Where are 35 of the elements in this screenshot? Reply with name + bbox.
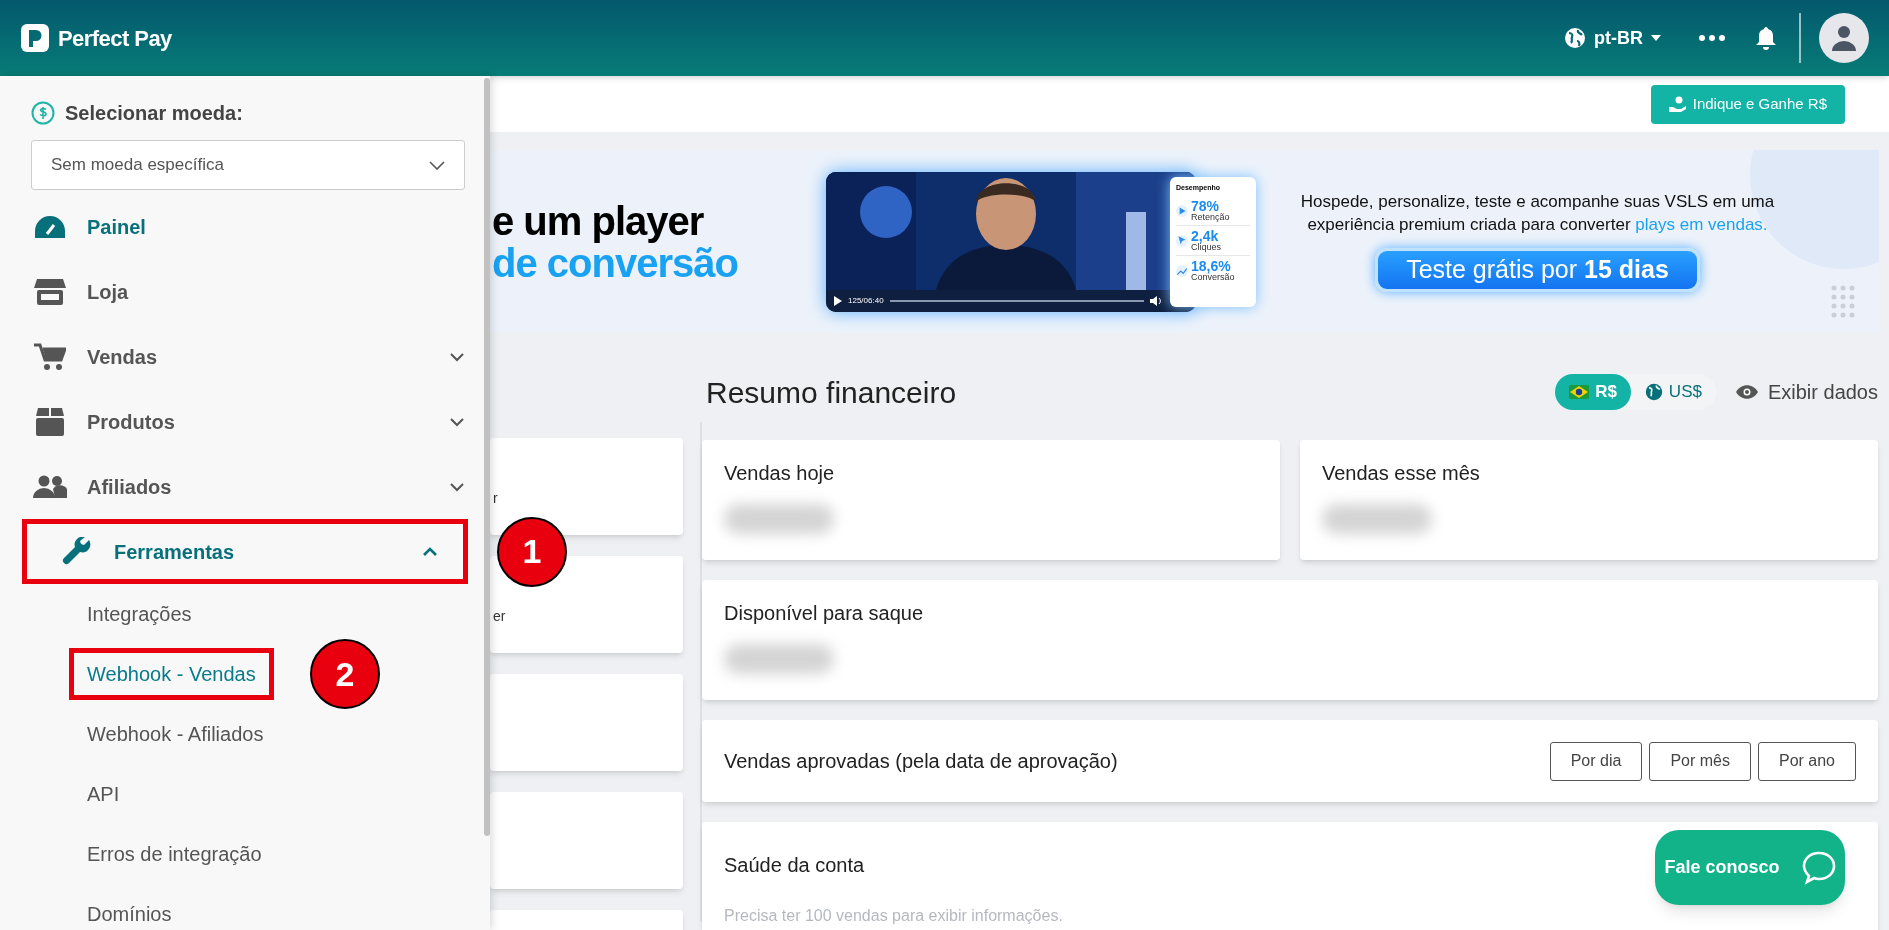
show-data-button[interactable]: Exibir dados (1735, 377, 1878, 407)
card-title: Saúde da conta (724, 853, 865, 878)
trial-button[interactable]: Teste grátis por 15 dias (1375, 247, 1700, 292)
nav-item[interactable]: Produtos (0, 389, 490, 454)
video-time: 125/06:40 (848, 294, 884, 307)
nav-subitem[interactable]: Erros de integração (87, 839, 262, 869)
period-button[interactable]: Por dia (1549, 741, 1643, 781)
nav-subitem[interactable]: Webhook - Afiliados (87, 719, 264, 749)
currency-label: Selecionar moeda: (65, 101, 243, 126)
card-title: Vendas aprovadas (pela data de aprovação) (724, 749, 1118, 774)
banner-headline: e um player (492, 199, 705, 242)
card-text: r (493, 489, 498, 508)
nav-subitem[interactable]: Domínios (87, 899, 172, 929)
nav-subitem[interactable]: API (87, 779, 120, 809)
card-title: Vendas hoje (724, 461, 836, 486)
nav-subitem[interactable]: Integrações (87, 599, 192, 629)
period-button[interactable]: Por mês (1649, 741, 1751, 781)
nav-item[interactable]: Painel (0, 194, 490, 259)
card-title: Vendas esse mês (1322, 461, 1481, 486)
currency-tab[interactable]: US$ (1630, 374, 1716, 410)
period-button[interactable]: Por ano (1757, 741, 1856, 781)
nav-item[interactable]: Afiliados (0, 454, 490, 519)
card-note: Precisa ter 100 vendas para exibir informações. (724, 906, 1063, 926)
banner-description: Hospede, personalize, teste e acompanhe suas VSLS em uma experiência premium criada para converter plays em vendas. (1299, 191, 1776, 236)
brand-name[interactable]: Perfect Pay (58, 21, 172, 55)
select-value: Sem moeda específica (51, 154, 224, 177)
nav-item[interactable]: Loja (0, 259, 490, 324)
card-text: er (493, 607, 506, 626)
section-title: Resumo financeiro (706, 374, 957, 411)
currency-select[interactable]: Sem moeda específica (31, 140, 465, 190)
step-number-badge: 2 (310, 639, 380, 709)
nav-item[interactable]: Vendas (0, 324, 490, 389)
nav-subitem[interactable]: Webhook - Vendas (69, 648, 274, 700)
card-title: Disponível para saque (724, 601, 924, 626)
language-selector[interactable]: pt-BR (1564, 24, 1661, 52)
